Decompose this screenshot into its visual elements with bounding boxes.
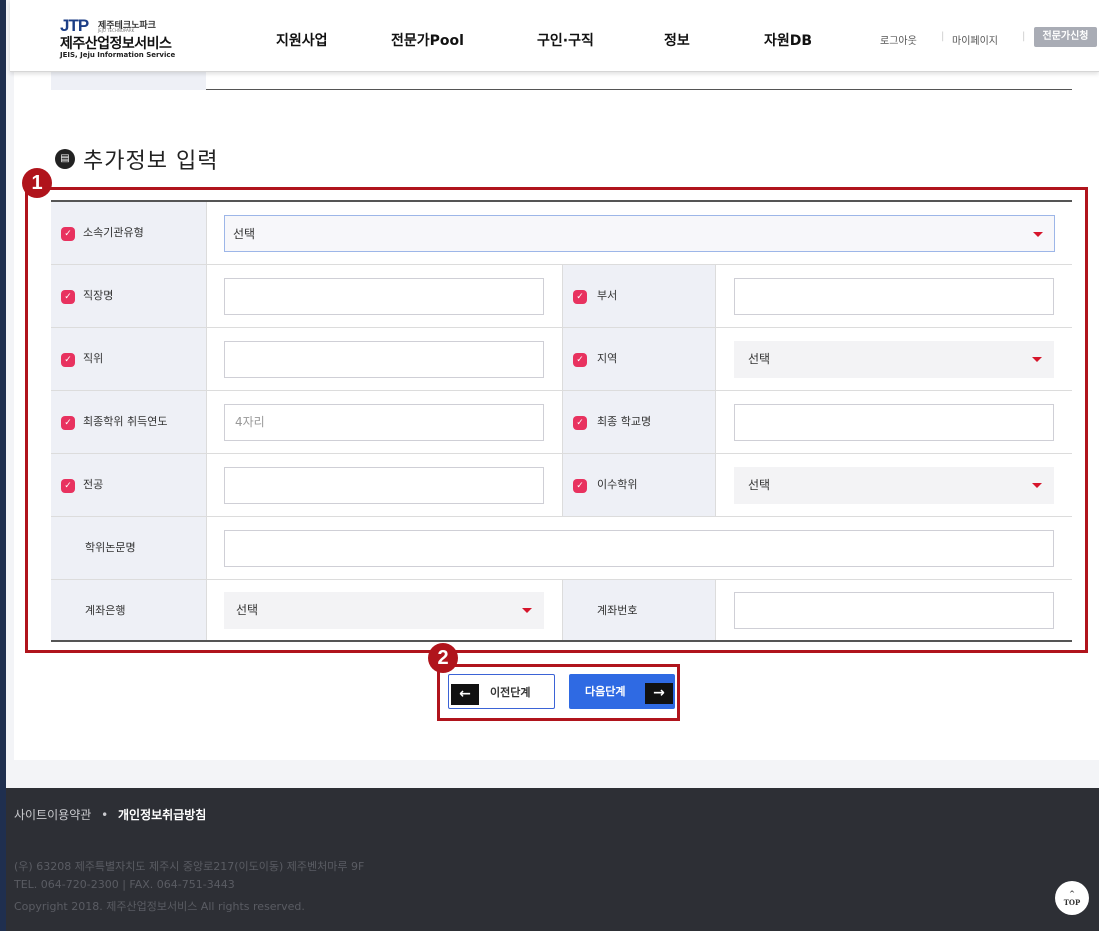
terms-link[interactable]: 사이트이용약관 xyxy=(14,808,91,822)
previous-form-row xyxy=(51,72,1072,90)
footer-phone: TEL. 064-720-2300 | FAX. 064-751-3443 xyxy=(14,878,235,891)
footer-address: (우) 63208 제주특별자치도 제주시 중앙로217(이도이동) 제주벤처마… xyxy=(14,860,365,873)
nav-resource-db[interactable]: 자원DB xyxy=(764,30,812,50)
util-divider: | xyxy=(941,31,945,42)
scroll-top-button[interactable]: ^ TOP xyxy=(1055,881,1089,915)
footer-copyright: Copyright 2018. 제주산업정보서비스 All rights res… xyxy=(14,900,305,913)
logout-link[interactable]: 로그아웃 xyxy=(880,32,917,47)
section-title: 추가정보 입력 xyxy=(83,149,219,174)
annotation-badge-1: 1 xyxy=(22,168,52,198)
document-icon: ▤ xyxy=(55,149,75,169)
expert-apply-button[interactable]: 전문가신청 xyxy=(1034,27,1097,47)
previous-row-label xyxy=(51,72,206,90)
annotation-badge-2: 2 xyxy=(428,643,458,673)
site-footer: 사이트이용약관 • 개인정보취급방침 (우) 63208 제주특별자치도 제주시… xyxy=(6,788,1099,931)
privacy-link[interactable]: 개인정보취급방침 xyxy=(118,808,206,822)
nav-jobs[interactable]: 구인·구직 xyxy=(537,30,594,50)
nav-info[interactable]: 정보 xyxy=(664,30,690,50)
annotation-box-buttons xyxy=(437,664,680,721)
logo-name-en: JEIS, Jeju Information Service xyxy=(60,51,176,59)
footer-links: 사이트이용약관 • 개인정보취급방침 xyxy=(14,806,206,823)
logo-name-ko: 제주산업정보서비스 xyxy=(60,36,172,52)
site-logo[interactable]: JTP 제주테크노파크 JEJU TECHNOPARK 제주산업정보서비스 JE… xyxy=(60,16,210,62)
annotation-box-form xyxy=(25,187,1088,653)
nav-support[interactable]: 지원사업 xyxy=(276,30,328,50)
site-header: JTP 제주테크노파크 JEJU TECHNOPARK 제주산업정보서비스 JE… xyxy=(10,0,1099,72)
footer-bullet: • xyxy=(101,808,109,822)
chevron-up-icon: ^ xyxy=(1069,889,1075,898)
util-divider: | xyxy=(1022,31,1026,42)
mypage-link[interactable]: 마이페이지 xyxy=(952,32,998,47)
nav-expert-pool[interactable]: 전문가Pool xyxy=(391,30,464,50)
